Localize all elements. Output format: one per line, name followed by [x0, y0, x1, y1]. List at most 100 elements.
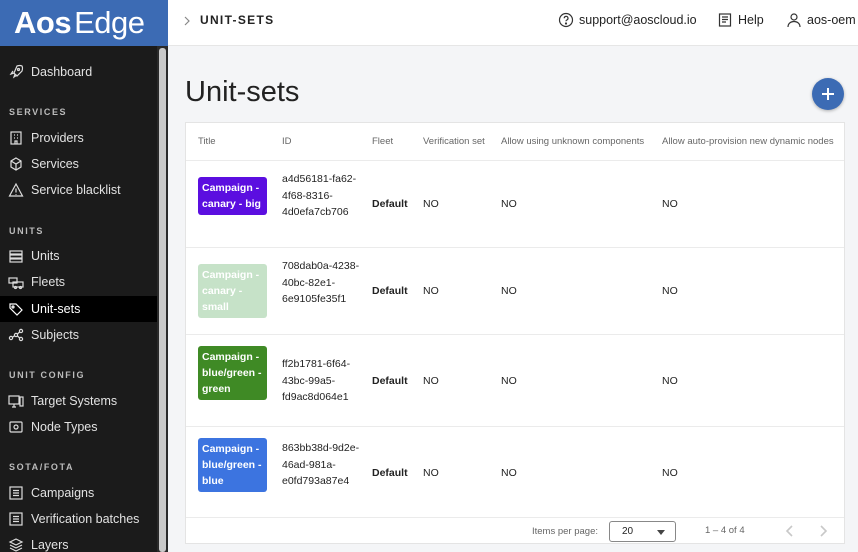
sidebar-item-service-blacklist[interactable]: Service blacklist	[0, 177, 157, 203]
page-title: Unit-sets	[185, 76, 300, 108]
building-icon	[8, 130, 24, 146]
sidebar-item-subjects[interactable]: Subjects	[0, 322, 157, 348]
header-divider	[186, 160, 844, 161]
stack-icon	[8, 248, 24, 264]
sidebar-item-dashboard[interactable]: Dashboard	[0, 59, 157, 85]
user-menu[interactable]: aos-oem	[786, 12, 856, 28]
warning-icon	[8, 182, 24, 198]
row-divider	[186, 247, 844, 248]
sidebar-item-verification-batches[interactable]: Verification batches	[0, 506, 157, 532]
sidebar-item-units[interactable]: Units	[0, 243, 157, 269]
help-circle-icon	[558, 12, 574, 28]
unit-set-fleet: Default	[372, 467, 408, 479]
items-per-page-value: 20	[622, 526, 634, 537]
logo[interactable]: Aos Edge	[0, 0, 168, 46]
items-per-page-label: Items per page:	[532, 526, 599, 537]
column-header-auto-provision[interactable]: Allow auto-provision new dynamic nodes	[662, 136, 834, 147]
sidebar-item-label: Verification batches	[31, 512, 140, 526]
sidebar: Aos Edge Dashboard SERVICES Providers Ser…	[0, 0, 168, 552]
sidebar-item-label: Providers	[31, 131, 84, 145]
unit-set-verification: NO	[423, 467, 439, 479]
unit-set-unknown-components: NO	[501, 198, 517, 210]
unit-set-auto-provision: NO	[662, 285, 678, 297]
items-per-page-select[interactable]: 20	[609, 521, 676, 542]
sidebar-item-services[interactable]: Services	[0, 151, 157, 177]
unit-set-verification: NO	[423, 198, 439, 210]
unit-set-title-badge[interactable]: Campaign - blue/green - green	[198, 346, 267, 400]
unit-set-auto-provision: NO	[662, 198, 678, 210]
list-icon	[8, 511, 24, 527]
column-header-verification-set[interactable]: Verification set	[423, 136, 485, 147]
cube-icon	[8, 156, 24, 172]
support-link[interactable]: support@aoscloud.io	[558, 12, 697, 28]
unit-set-id: 863bb38d-9d2e-46ad-981a-e0fd793a87e4	[282, 442, 360, 487]
unit-set-title-badge[interactable]: Campaign - blue/green - blue	[198, 438, 267, 492]
logo-word-edge: Edge	[74, 5, 145, 40]
network-icon	[8, 327, 24, 343]
column-header-unknown-components[interactable]: Allow using unknown components	[501, 136, 644, 147]
help-link[interactable]: Help	[717, 12, 764, 28]
unit-set-id: a4d56181-fa62-4f68-8316-4d0efa7cb706	[282, 173, 357, 218]
layers-icon	[8, 537, 24, 552]
unit-set-title-badge[interactable]: Campaign - canary - big	[198, 177, 267, 215]
sidebar-item-unit-sets[interactable]: Unit-sets	[0, 296, 157, 322]
row-divider	[186, 334, 844, 335]
unit-set-fleet: Default	[372, 375, 408, 387]
section-services: SERVICES	[9, 107, 68, 117]
tags-icon	[8, 301, 24, 317]
sidebar-item-label: Service blacklist	[31, 183, 121, 197]
sidebar-item-fleets[interactable]: Fleets	[0, 269, 157, 295]
plus-icon	[822, 88, 834, 100]
unit-set-auto-provision: NO	[662, 467, 678, 479]
sidebar-item-label: Layers	[31, 538, 69, 552]
logo-word-aos: Aos	[14, 5, 72, 40]
fleet-icon	[8, 274, 24, 290]
user-name: aos-oem	[807, 13, 856, 27]
previous-page-button[interactable]	[783, 523, 797, 539]
add-unit-set-button[interactable]	[812, 78, 844, 110]
column-header-title[interactable]: Title	[198, 136, 216, 147]
sidebar-item-campaigns[interactable]: Campaigns	[0, 480, 157, 506]
unit-set-unknown-components: NO	[501, 467, 517, 479]
unit-set-id: 708dab0a-4238-40bc-82e1-6e9105fe35f1	[282, 260, 360, 305]
unit-set-fleet: Default	[372, 198, 408, 210]
unit-set-unknown-components: NO	[501, 375, 517, 387]
sidebar-item-label: Units	[31, 249, 60, 263]
rocket-icon	[8, 64, 24, 80]
unit-set-verification: NO	[423, 375, 439, 387]
next-page-button[interactable]	[816, 523, 830, 539]
sidebar-item-label: Target Systems	[31, 394, 118, 408]
column-header-id[interactable]: ID	[282, 136, 292, 147]
breadcrumb: UNIT-SETS	[200, 13, 275, 27]
table-pagination: Items per page: 20 1 – 4 of 4	[186, 517, 844, 544]
pagination-range: 1 – 4 of 4	[705, 525, 745, 536]
unit-sets-table: Title ID Fleet Verification set Allow us…	[185, 122, 845, 544]
section-units: UNITS	[9, 226, 44, 236]
unit-set-unknown-components: NO	[501, 285, 517, 297]
unit-set-auto-provision: NO	[662, 375, 678, 387]
row-divider	[186, 426, 844, 427]
sidebar-item-layers[interactable]: Layers	[0, 532, 157, 552]
column-header-fleet[interactable]: Fleet	[372, 136, 393, 147]
sidebar-scrollbar-thumb[interactable]	[159, 48, 166, 552]
sidebar-item-label: Campaigns	[31, 486, 95, 500]
help-label: Help	[738, 13, 764, 27]
sidebar-item-node-types[interactable]: Node Types	[0, 414, 157, 440]
support-email: support@aoscloud.io	[579, 13, 697, 27]
sidebar-item-label: Node Types	[31, 420, 98, 434]
unit-set-id: ff2b1781-6f64-43bc-99a5-fd9ac8d064e1	[282, 358, 351, 403]
caret-down-icon	[657, 530, 665, 535]
section-unit-config: UNIT CONFIG	[9, 370, 86, 380]
section-sota-fota: SOTA/FOTA	[9, 462, 75, 472]
sidebar-item-providers[interactable]: Providers	[0, 125, 157, 151]
sidebar-item-label: Fleets	[31, 275, 66, 289]
unit-set-title-badge[interactable]: Campaign - canary - small	[198, 264, 267, 318]
sidebar-item-label: Dashboard	[31, 65, 93, 79]
user-icon	[787, 13, 801, 28]
sidebar-item-target-systems[interactable]: Target Systems	[0, 388, 157, 414]
monitor-icon	[8, 393, 24, 409]
list-icon	[8, 485, 24, 501]
sidebar-item-label: Unit-sets	[31, 302, 81, 316]
topbar: UNIT-SETS support@aoscloud.io Help aos-o…	[168, 0, 858, 46]
sidebar-item-label: Subjects	[31, 328, 79, 342]
